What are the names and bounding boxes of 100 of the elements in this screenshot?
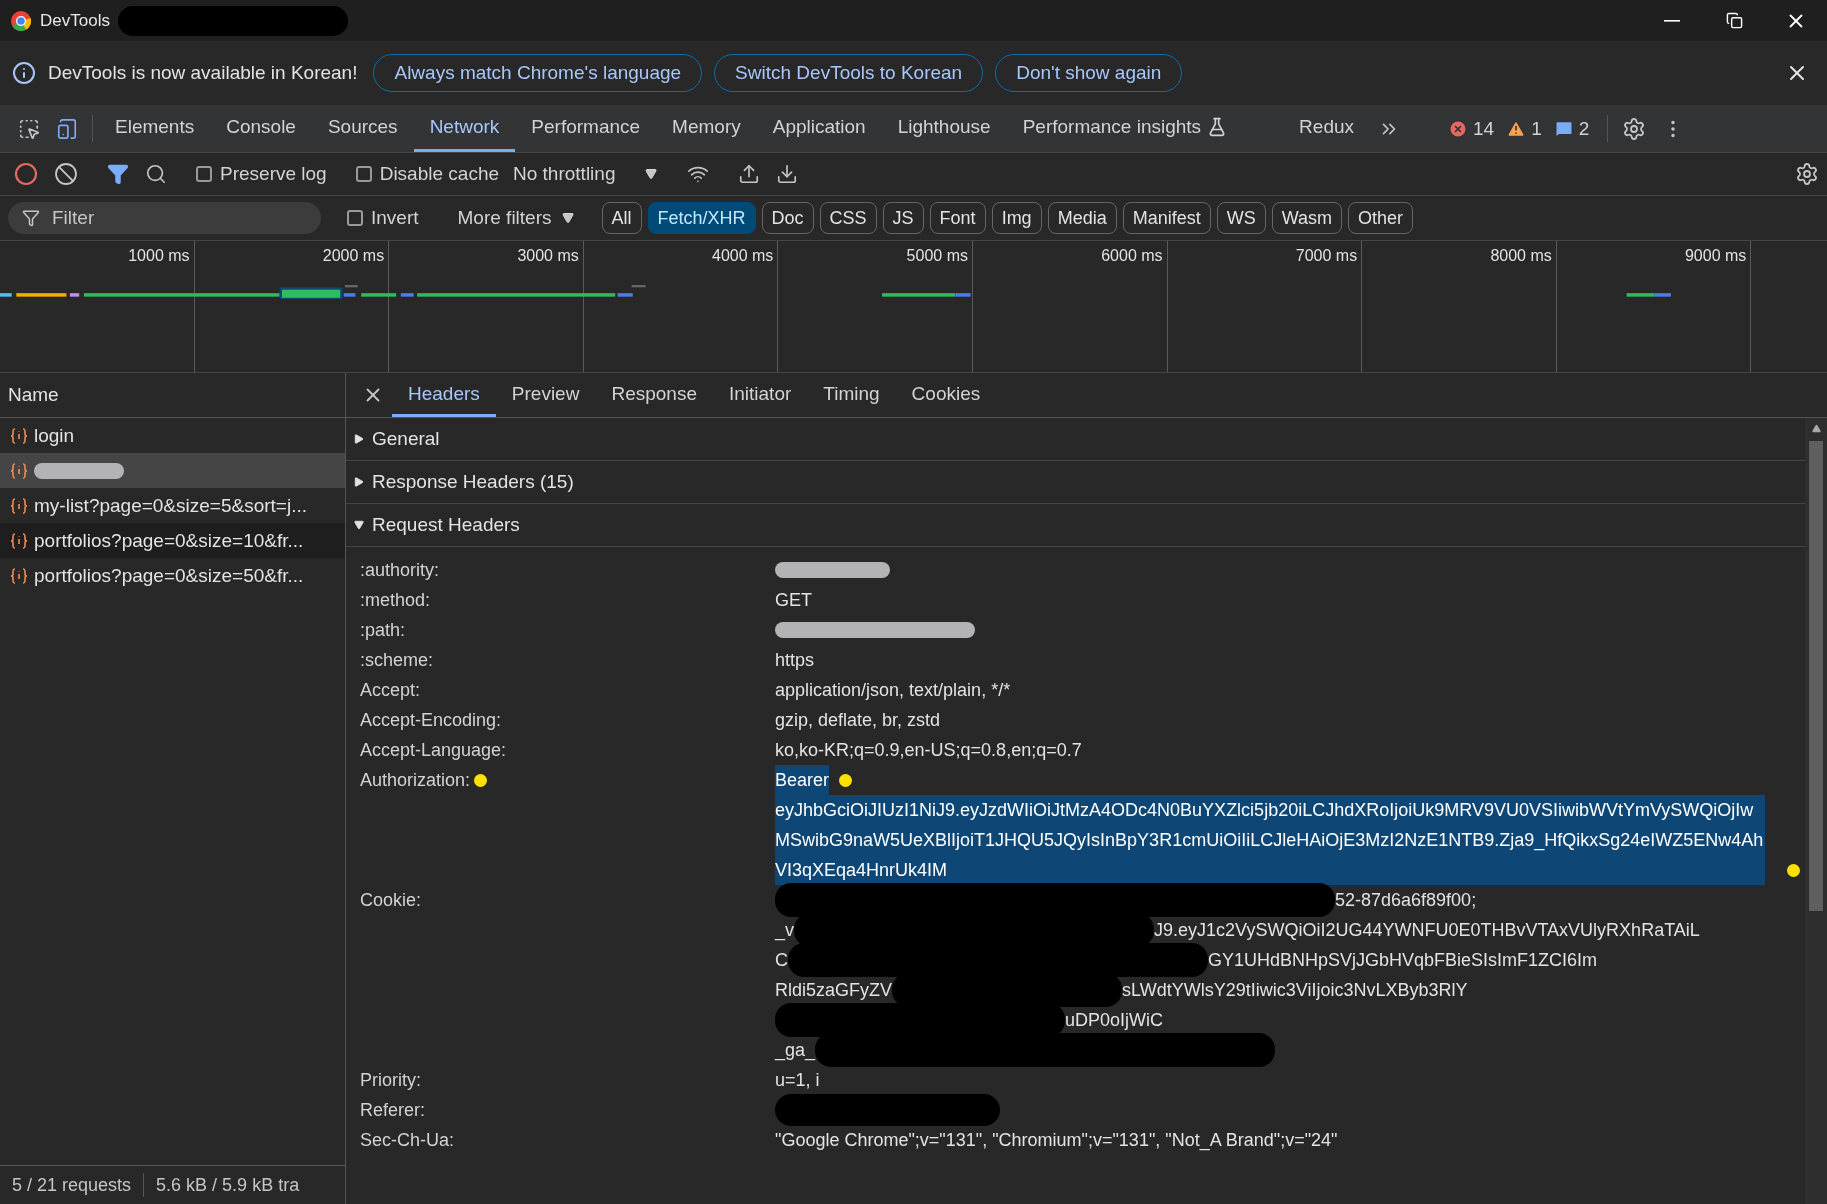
braces-icon [10, 531, 28, 550]
header-value: _ga_ [775, 1039, 816, 1063]
timeline-tick-label: 9000 ms [1684, 247, 1747, 265]
timeline-tick-label: 2000 ms [322, 247, 385, 265]
disclosure-icon [354, 520, 364, 530]
header-value: application/json, text/plain, */* [775, 679, 1012, 702]
request-name: portfolios?page=0&size=50&fr... [34, 564, 304, 587]
window-title: DevTools [40, 10, 110, 31]
panel-tab[interactable]: Performance [515, 105, 657, 152]
highlight-dot [839, 773, 853, 787]
braces-icon [10, 496, 28, 515]
detail-tab[interactable]: Headers [392, 373, 496, 417]
header-name: Accept: [360, 679, 421, 702]
message-count[interactable]: 2 [1553, 105, 1590, 152]
preserve-log-checkbox[interactable]: Preserve log [196, 163, 327, 185]
header-name: Priority: [360, 1069, 421, 1092]
more-filters-select[interactable]: More filters [451, 206, 580, 230]
braces-icon [10, 461, 28, 480]
panel-tab[interactable]: Memory [656, 105, 757, 152]
header-value: Rldi5zaGFyZV [775, 979, 893, 1002]
section-header[interactable]: Request Headers [346, 504, 1805, 547]
type-filter-chip[interactable]: CSS [819, 202, 877, 234]
invert-checkbox[interactable]: Invert [347, 207, 419, 229]
highlight-dot [474, 773, 488, 787]
header-name: :method: [360, 589, 431, 612]
panel-tab[interactable]: Console [210, 105, 312, 152]
type-filter-chip[interactable]: All [601, 202, 642, 234]
timeline-tick-label: 6000 ms [1101, 247, 1163, 265]
panel-tab[interactable]: Network [413, 105, 516, 152]
minimize-icon [1664, 19, 1680, 22]
scrollbar[interactable] [1805, 418, 1827, 1204]
panel-tab[interactable]: Redux [1283, 105, 1371, 152]
chrome-logo-icon [10, 9, 32, 32]
type-filter-chip[interactable]: WS [1216, 202, 1266, 234]
type-filter-chip[interactable]: Wasm [1271, 202, 1343, 234]
detail-tab[interactable]: Cookies [895, 373, 997, 417]
header-value: J9.eyJ1c2VySWQiOiI2UG44YWNFU0E0THBvVTAxVUlyRXhRaTAiL [1154, 919, 1700, 942]
braces-icon [10, 566, 28, 585]
timeline-tick-label: 4000 ms [712, 247, 774, 265]
header-name: :authority: [360, 559, 440, 582]
panel-tab[interactable]: Lighthouse [881, 105, 1007, 152]
panel-tab[interactable]: Application [756, 105, 882, 152]
detail-tab[interactable]: Preview [495, 373, 596, 417]
error-count[interactable]: 14 [1448, 105, 1495, 152]
header-name: Referer: [360, 1099, 426, 1122]
detail-tab[interactable]: Response [595, 373, 713, 417]
type-filter-chip[interactable]: Doc [761, 202, 814, 234]
request-row[interactable]: portfolios?page=0&size=10&fr... [0, 523, 345, 558]
caret-icon [645, 168, 658, 180]
type-filter-chip[interactable]: JS [882, 202, 924, 234]
type-filter-chip[interactable]: Font [929, 202, 986, 234]
panel-tab[interactable]: Performance insights [1006, 105, 1244, 152]
infobar-message: DevTools is now available in Korean! [48, 62, 358, 84]
header-value: u=1, i [775, 1069, 821, 1092]
panel-tab[interactable]: Sources [311, 105, 414, 152]
disable-cache-checkbox[interactable]: Disable cache [355, 163, 499, 185]
header-name: Authorization: [360, 765, 488, 795]
header-value: 52-87d6a6f89f00; [1335, 889, 1477, 912]
detail-tab[interactable]: Initiator [712, 373, 808, 417]
header-name: :path: [360, 619, 406, 642]
header-value: ko,ko-KR;q=0.9,en-US;q=0.8,en;q=0.7 [775, 739, 1083, 762]
throttling-select[interactable]: No throttling [507, 162, 664, 186]
timeline-tick-label: 1000 ms [128, 247, 190, 265]
header-value: sLWdtYWlsY29tIiwic3ViIjoic3NvLXByb3RlY [1122, 979, 1468, 1002]
type-filter-chip[interactable]: Other [1348, 202, 1414, 234]
header-value: gzip, deflate, br, zstd [775, 709, 942, 732]
header-value: GY1UHdBNHpSVjJGbHVqbFBieSIsImF1ZCI6Im [1208, 949, 1598, 972]
checkbox[interactable] [347, 210, 363, 226]
scroll-thumb[interactable] [1809, 441, 1823, 911]
type-filter-chip[interactable]: Img [991, 202, 1042, 234]
request-row[interactable] [0, 453, 345, 488]
header-value: Bearer [775, 765, 830, 795]
caret-icon [561, 212, 574, 224]
timeline-tick-label: 3000 ms [517, 247, 579, 265]
type-filter-chip[interactable]: Fetch/XHR [647, 202, 756, 234]
header-value: GET [775, 589, 813, 612]
type-filter-chip[interactable]: Media [1047, 202, 1117, 234]
request-name: my-list?page=0&size=5&sort=j... [34, 494, 307, 517]
header-value: C [775, 949, 788, 972]
type-filter-chip[interactable]: Manifest [1122, 202, 1211, 234]
restore-icon [1725, 12, 1743, 29]
panel-tab[interactable]: Elements [99, 105, 211, 152]
header-value: _v [775, 919, 794, 943]
section-header[interactable]: General [346, 418, 1805, 461]
filter-icon [22, 209, 40, 227]
header-name: :scheme: [360, 649, 434, 672]
warning-count[interactable]: 1 [1506, 105, 1542, 152]
disclosure-icon [354, 434, 364, 444]
scroll-up-icon[interactable] [1811, 424, 1821, 433]
checkbox[interactable] [355, 166, 372, 182]
header-value: eyJhbGciOiJIUzI1NiJ9.eyJzdWIiOiJtMzA4ODc4N0BuYXZlci5jb20iLCJhdXRoIjoiUk9MRV9VU0VSIiwibWVtYmVySWQiOjIwMSwibG9naW5UeXBlIjoiT1JHQU5JQyIsInBpY3R1cmUiOiIiLCJleHAiOjE3MzI2NzE1NTB9.Zja9_HfQikxSg24eIWZ5ENw4AhVI3qXEqa4HnrUk4IM [775, 795, 1765, 885]
filter-field[interactable]: Filter [8, 202, 321, 234]
section-header[interactable]: Response Headers (15) [346, 461, 1805, 504]
checkbox[interactable] [196, 166, 212, 182]
header-value: "Google Chrome";v="131", "Chromium";v="131", "Not_A Brand";v="24" [775, 1129, 1339, 1153]
header-name: Cookie: [360, 889, 422, 912]
header-value: uDP0oIjWiC [1065, 1009, 1164, 1032]
request-name: portfolios?page=0&size=10&fr... [34, 529, 304, 552]
braces-icon [10, 426, 28, 445]
detail-tab[interactable]: Timing [807, 373, 896, 417]
